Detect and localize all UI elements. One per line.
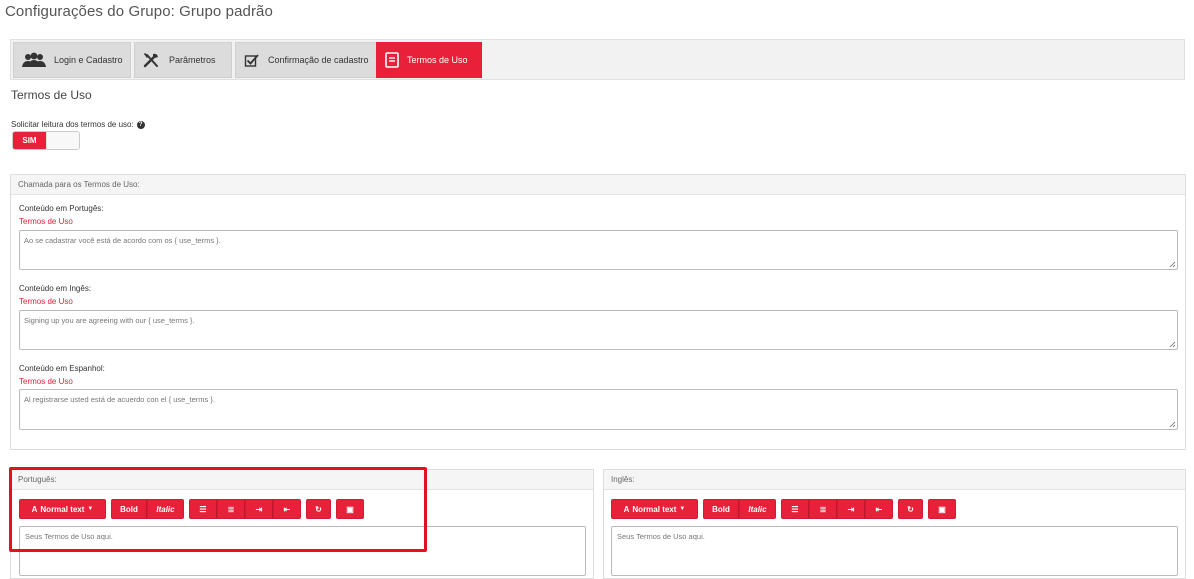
users-icon [22,52,46,67]
content-pt-value: Ao se cadastrar você está de acordo com … [24,236,221,245]
tab-termos-de-uso[interactable]: Termos de Uso [376,42,482,78]
numbered-list-icon[interactable]: ≣ [217,499,245,519]
caret-down-icon: ▼ [87,506,94,512]
field-label-es: Conteúdo em Espanhol: [19,364,105,373]
outdent-icon[interactable]: ⇤ [273,499,301,519]
link-icon[interactable]: ↻ [306,499,331,519]
call-terms-panel: Chamada para os Termos de Uso: Conteúdo … [10,174,1186,450]
require-reading-text: Solicitar leitura dos termos de uso: [11,120,134,129]
list-group: ☰ ≣ ⇥ ⇤ [189,499,301,519]
field-sublabel-pt: Termos de Uso [19,217,73,226]
normal-text-dropdown[interactable]: A Normal text ▼ [19,499,106,519]
format-group: Bold Italic [111,499,184,519]
content-es-textarea[interactable]: Al registrarse usted está de acuerdo con… [19,389,1178,430]
section-title: Termos de Uso [11,88,92,102]
tools-icon [143,53,158,68]
tab-login-cadastro[interactable]: Login e Cadastro [13,42,131,78]
editor-pt-placeholder: Seus Termos de Uso aqui. [25,532,113,541]
tab-bar: Login e Cadastro Parâmetros Confirmação … [10,39,1185,80]
require-reading-label: Solicitar leitura dos termos de uso: ? [11,120,145,129]
content-en-value: Signing up you are agreeing with our { u… [24,316,195,325]
panel-header: Inglês: [604,470,1185,490]
page-title: Configurações do Grupo: Grupo padrão [5,3,273,20]
content-pt-textarea[interactable]: Ao se cadastrar você está de acordo com … [19,230,1178,270]
tab-confirmacao-cadastro[interactable]: Confirmação de cadastro [235,42,383,78]
tab-label: Parâmetros [169,55,216,65]
field-sublabel-es: Termos de Uso [19,377,73,386]
bullet-list-icon[interactable]: ☰ [189,499,217,519]
tab-label: Login e Cadastro [54,55,123,65]
list-group: ☰ ≣ ⇥ ⇤ [781,499,893,519]
editor-toolbar-en: A Normal text ▼ Bold Italic ☰ ≣ ⇥ ⇤ ↻ ▣ [611,499,956,519]
image-icon[interactable]: ▣ [928,499,956,519]
normal-text-dropdown[interactable]: A Normal text ▼ [611,499,698,519]
bold-button[interactable]: Bold [111,499,147,519]
italic-button[interactable]: Italic [739,499,776,519]
editor-en-placeholder: Seus Termos de Uso aqui. [617,532,705,541]
normal-text-label: Normal text [632,504,677,514]
link-icon[interactable]: ↻ [898,499,923,519]
image-icon[interactable]: ▣ [336,499,364,519]
help-icon[interactable]: ? [136,120,145,129]
toggle-on-label: SIM [13,132,46,149]
font-icon: A [623,504,630,514]
font-icon: A [31,504,38,514]
editor-toolbar-pt: A Normal text ▼ Bold Italic ☰ ≣ ⇥ ⇤ ↻ ▣ [19,499,364,519]
indent-icon[interactable]: ⇥ [837,499,865,519]
resize-grip-icon[interactable] [1169,341,1176,348]
editor-en-area[interactable]: Seus Termos de Uso aqui. [611,526,1178,576]
panel-header: Chamada para os Termos de Uso: [11,175,1185,195]
resize-grip-icon[interactable] [1169,421,1176,428]
require-reading-toggle[interactable]: SIM [12,131,80,150]
caret-down-icon: ▼ [679,506,686,512]
field-label-pt: Conteúdo em Portugês: [19,204,104,213]
tab-label: Confirmação de cadastro [268,55,369,65]
bullet-list-icon[interactable]: ☰ [781,499,809,519]
toggle-knob [46,132,79,149]
italic-button[interactable]: Italic [147,499,184,519]
tab-label: Termos de Uso [407,55,468,65]
normal-text-label: Normal text [40,504,85,514]
editor-pt-area[interactable]: Seus Termos de Uso aqui. [19,526,586,576]
outdent-icon[interactable]: ⇤ [865,499,893,519]
field-label-en: Conteúdo em Ingês: [19,284,92,293]
tab-parametros[interactable]: Parâmetros [134,42,232,78]
field-sublabel-en: Termos de Uso [19,297,73,306]
numbered-list-icon[interactable]: ≣ [809,499,837,519]
content-en-textarea[interactable]: Signing up you are agreeing with our { u… [19,310,1178,350]
checkbox-icon [244,54,259,67]
content-es-value: Al registrarse usted está de acuerdo con… [24,395,215,404]
bold-button[interactable]: Bold [703,499,739,519]
format-group: Bold Italic [703,499,776,519]
panel-header: Português: [11,470,593,490]
indent-icon[interactable]: ⇥ [245,499,273,519]
document-icon [385,52,399,68]
resize-grip-icon[interactable] [1169,261,1176,268]
